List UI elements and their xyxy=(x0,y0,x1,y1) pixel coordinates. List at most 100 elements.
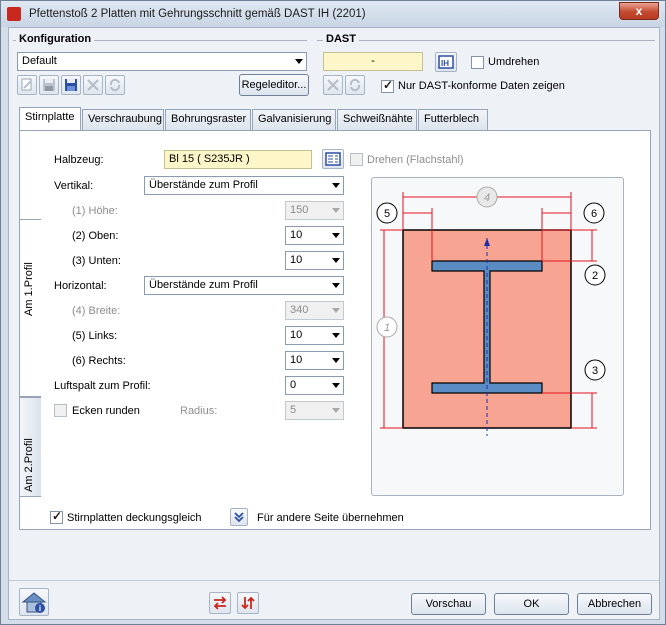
save-as-icon xyxy=(65,79,77,91)
save-as-config-button[interactable] xyxy=(61,75,81,95)
ok-button[interactable]: OK xyxy=(494,593,569,615)
hoehe-value: 150 xyxy=(290,204,309,216)
unten-value: 10 xyxy=(290,254,303,266)
chevron-down-icon xyxy=(332,333,340,338)
building-info-icon: i xyxy=(21,592,47,613)
drehen-checkbox[interactable] xyxy=(350,153,363,166)
tab-futterblech[interactable]: Futterblech xyxy=(418,109,488,131)
chevron-down-icon xyxy=(332,283,340,288)
swap-horizontal-button[interactable] xyxy=(209,592,231,614)
unten-select[interactable]: 10 xyxy=(285,251,344,270)
dast-group-line xyxy=(317,40,655,41)
delete-icon xyxy=(87,79,99,91)
chevron-down-icon xyxy=(332,308,340,313)
links-select[interactable]: 10 xyxy=(285,326,344,345)
hoehe-select[interactable]: 150 xyxy=(285,201,344,220)
catalog-icon xyxy=(325,152,341,166)
tab-bohrungsraster[interactable]: Bohrungsraster xyxy=(165,109,251,131)
rechts-select[interactable]: 10 xyxy=(285,351,344,370)
profile-drawing: 1 2 3 4 5 6 xyxy=(371,177,624,496)
edit-config-button[interactable] xyxy=(17,75,37,95)
side-tab-am-1-profil[interactable]: Am 1.Profil xyxy=(19,219,41,397)
swap-vertical-button[interactable] xyxy=(237,592,259,614)
oben-select[interactable]: 10 xyxy=(285,226,344,245)
edit-icon xyxy=(21,78,32,91)
chevron-down-icon xyxy=(295,59,303,64)
oben-value: 10 xyxy=(290,229,303,241)
save-config-button[interactable] xyxy=(39,75,59,95)
deckungsgleich-checkbox[interactable] xyxy=(50,509,63,524)
nur-dast-checkbox[interactable] xyxy=(381,78,394,93)
close-button[interactable]: x xyxy=(619,2,659,20)
rechts-label: (6) Rechts: xyxy=(72,355,126,367)
marker-6-text: 6 xyxy=(591,208,597,220)
konfiguration-selected: Default xyxy=(22,55,57,67)
marker-4-text: 4 xyxy=(484,192,490,204)
unten-label: (3) Unten: xyxy=(72,255,121,267)
horizontal-label: Horizontal: xyxy=(54,280,107,292)
luftspalt-value: 0 xyxy=(290,379,297,391)
marker-3-text: 3 xyxy=(592,365,598,377)
konfiguration-select[interactable]: Default xyxy=(17,52,307,71)
tab-verschraubung[interactable]: Verschraubung xyxy=(82,109,164,131)
delete-config-button[interactable] xyxy=(83,75,103,95)
refresh-icon xyxy=(109,78,121,92)
refresh-icon xyxy=(349,78,361,92)
links-label: (5) Links: xyxy=(72,330,118,342)
chevron-down-icon xyxy=(332,233,340,238)
dast-value-field[interactable]: - xyxy=(323,52,423,71)
radius-label: Radius: xyxy=(180,405,218,417)
vertikal-select[interactable]: Überstände zum Profil xyxy=(144,176,344,195)
dast-refresh-button[interactable] xyxy=(345,75,365,95)
title-bar: Pfettenstoß 2 Platten mit Gehrungsschnit… xyxy=(1,1,665,27)
halbzeug-field[interactable]: Bl 15 ( S235JR ) xyxy=(164,150,312,169)
horizontal-select[interactable]: Überstände zum Profil xyxy=(144,276,344,295)
tab-galvanisierung[interactable]: Galvanisierung xyxy=(252,109,336,131)
chevron-down-icon xyxy=(332,358,340,363)
nur-dast-label: Nur DAST-konforme Daten zeigen xyxy=(398,80,565,92)
radius-value: 5 xyxy=(290,404,297,416)
umdrehen-checkbox[interactable] xyxy=(471,56,484,69)
halbzeug-catalog-button[interactable] xyxy=(322,149,344,169)
side-tab-am-2-profil[interactable]: Am 2.Profil xyxy=(19,397,41,497)
regeleditor-button[interactable]: Regeleditor... xyxy=(239,74,309,96)
luftspalt-select[interactable]: 0 xyxy=(285,376,344,395)
side-tab-1-label: Am 1.Profil xyxy=(23,262,35,316)
window-title: Pfettenstoß 2 Platten mit Gehrungsschnit… xyxy=(29,8,366,20)
breite-select[interactable]: 340 xyxy=(285,301,344,320)
ih-button[interactable]: IH xyxy=(435,52,457,72)
swap-vertical-icon xyxy=(241,596,255,610)
abbrechen-button[interactable]: Abbrechen xyxy=(577,593,652,615)
hoehe-label: (1) Höhe: xyxy=(72,205,118,217)
rechts-value: 10 xyxy=(290,354,303,366)
side-tab-2-label: Am 2.Profil xyxy=(23,438,35,492)
breite-label: (4) Breite: xyxy=(72,305,121,317)
vorschau-button[interactable]: Vorschau xyxy=(411,593,486,615)
tab-stirnplatte[interactable]: Stirnplatte xyxy=(19,107,81,131)
marker-5-text: 5 xyxy=(384,208,390,220)
konfiguration-title: Konfiguration xyxy=(16,33,95,45)
info-button[interactable]: i xyxy=(19,588,49,616)
swap-horizontal-icon xyxy=(213,596,227,610)
save-icon xyxy=(43,79,55,91)
svg-text:i: i xyxy=(39,604,41,613)
endplate-diagram: 1 2 3 4 5 6 xyxy=(376,186,606,436)
app-icon xyxy=(7,7,21,21)
chevron-down-icon xyxy=(332,183,340,188)
tab-schweissnaehte[interactable]: Schweißnähte xyxy=(337,109,417,131)
uebernehmen-label: Für andere Seite übernehmen xyxy=(257,512,404,524)
ecken-runden-checkbox[interactable] xyxy=(54,404,67,417)
breite-value: 340 xyxy=(290,304,309,316)
stirnplatte-panel: Am 1.Profil Am 2.Profil Halbzeug: Bl 15 … xyxy=(19,130,651,530)
chevron-down-icon xyxy=(332,258,340,263)
refresh-config-button[interactable] xyxy=(105,75,125,95)
ih-profile-icon: IH xyxy=(438,55,454,69)
uebernehmen-button[interactable] xyxy=(230,508,248,526)
delete-icon xyxy=(327,79,339,91)
dast-delete-button[interactable] xyxy=(323,75,343,95)
radius-select[interactable]: 5 xyxy=(285,401,344,420)
ecken-runden-label: Ecken runden xyxy=(72,405,140,417)
vertikal-label: Vertikal: xyxy=(54,180,94,192)
links-value: 10 xyxy=(290,329,303,341)
vertikal-selected: Überstände zum Profil xyxy=(149,179,258,191)
